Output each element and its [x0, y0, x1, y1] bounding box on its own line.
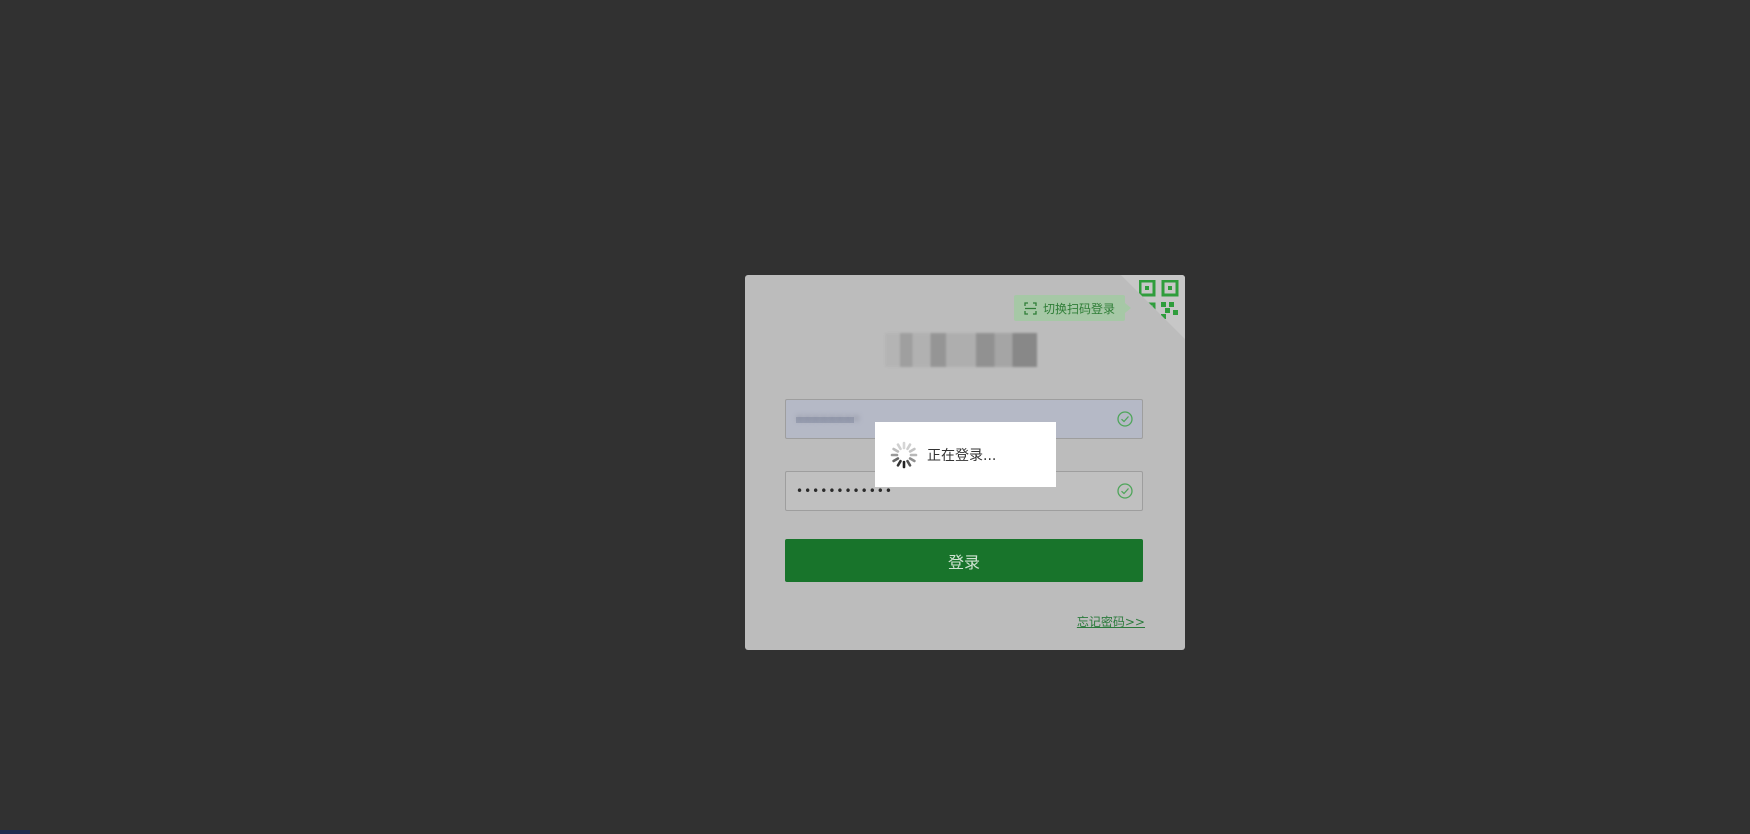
switch-to-qr-label: 切换扫码登录	[1042, 301, 1115, 316]
loading-toast: 正在登录...	[875, 422, 1056, 487]
page: 切换扫码登录 •••••••• •••••••••••• 登录 忘记密码>> 正…	[0, 0, 1750, 834]
check-circle-icon	[1117, 411, 1133, 427]
account-nickname-blurred	[885, 333, 1037, 367]
taskbar-fragment	[0, 830, 30, 834]
loading-text: 正在登录...	[927, 447, 997, 464]
switch-to-qr-login[interactable]: 切换扫码登录	[1013, 295, 1132, 321]
scan-icon	[1024, 301, 1037, 315]
qr-code-icon	[1139, 280, 1179, 320]
check-circle-icon	[1117, 483, 1133, 499]
spinner-icon	[890, 441, 918, 468]
forgot-password-link[interactable]: 忘记密码>>	[1077, 613, 1145, 630]
login-button[interactable]: 登录	[785, 539, 1143, 582]
